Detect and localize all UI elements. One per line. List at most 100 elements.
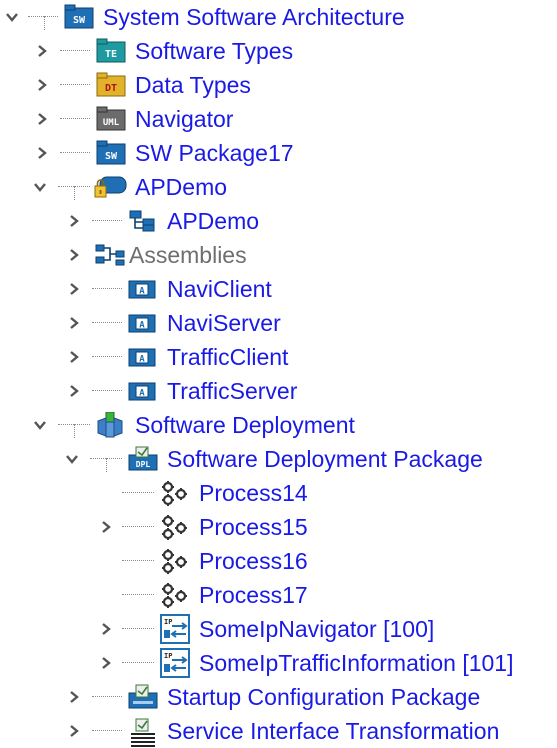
tree-connector: [60, 50, 90, 52]
chevron-right-icon[interactable]: [66, 723, 82, 739]
tree-node-someip-traffic-information[interactable]: IP SomeIpTrafficInformation [101]: [0, 646, 557, 680]
project-tree: SW System Software Architecture TE Softw…: [0, 0, 557, 748]
application-component-icon: A: [128, 310, 156, 336]
tree-node-label: APDemo: [167, 208, 260, 234]
application-component-icon: A: [128, 344, 156, 370]
tree-node-process15[interactable]: Process15: [0, 510, 557, 544]
startup-package-icon: [128, 684, 158, 710]
tree-node-process16[interactable]: Process16: [0, 544, 557, 578]
tree-node-label: Process16: [199, 548, 308, 574]
process-gears-icon: [160, 480, 188, 506]
application-component-icon: A: [128, 276, 156, 302]
chevron-right-icon[interactable]: [66, 213, 82, 229]
svg-text:A: A: [139, 389, 145, 399]
chevron-down-icon[interactable]: [4, 9, 20, 25]
dt-package-icon: DT: [96, 72, 126, 98]
tree-connector: [92, 288, 122, 290]
tree-connector: [122, 560, 154, 562]
tree-node-label: Assemblies: [129, 242, 247, 268]
tree-node-label: TrafficServer: [167, 378, 298, 404]
tree-node-process14[interactable]: Process14: [0, 476, 557, 510]
chevron-down-icon[interactable]: [64, 451, 80, 467]
tree-node-software-deployment-package[interactable]: DPL Software Deployment Package: [0, 442, 557, 476]
chevron-right-icon[interactable]: [66, 315, 82, 331]
tree-node-label: Startup Configuration Package: [167, 684, 481, 710]
svg-text:UML: UML: [103, 118, 120, 128]
tree-connector: [44, 16, 46, 30]
chevron-right-icon[interactable]: [34, 111, 50, 127]
svg-text:TE: TE: [105, 49, 117, 60]
chevron-right-icon[interactable]: [98, 621, 114, 637]
svg-text:SW: SW: [105, 151, 118, 162]
tree-node-label: Service Interface Transformation: [167, 718, 500, 744]
assemblies-icon: [94, 242, 128, 268]
chevron-right-icon[interactable]: [34, 43, 50, 59]
someip-service-icon: IP: [160, 648, 190, 678]
process-gears-icon: [160, 548, 188, 574]
tree-node-apdemo-folder[interactable]: APDemo: [0, 170, 557, 204]
tree-connector: [122, 662, 154, 664]
tree-node-label: Software Deployment Package: [167, 446, 483, 472]
tree-connector: [74, 424, 76, 438]
chevron-right-icon[interactable]: [66, 247, 82, 263]
tree-node-traffic-server[interactable]: A TrafficServer: [0, 374, 557, 408]
chevron-right-icon[interactable]: [34, 77, 50, 93]
chevron-right-icon[interactable]: [66, 349, 82, 365]
tree-node-label: APDemo: [135, 174, 228, 200]
transformation-icon: [128, 718, 156, 747]
tree-node-assemblies[interactable]: Assemblies: [0, 238, 557, 272]
chevron-right-icon[interactable]: [98, 655, 114, 671]
chevron-right-icon[interactable]: [98, 519, 114, 535]
tree-node-label: Navigator: [135, 106, 234, 132]
chevron-right-icon[interactable]: [66, 281, 82, 297]
tree-node-navi-server[interactable]: A NaviServer: [0, 306, 557, 340]
application-component-icon: A: [128, 378, 156, 404]
tree-node-label: Data Types: [135, 72, 251, 98]
tree-node-label: Software Types: [135, 38, 294, 64]
tree-node-sw-package17[interactable]: SW SW Package17: [0, 136, 557, 170]
tree-node-label: SomeIpTrafficInformation [101]: [199, 650, 514, 676]
chevron-right-icon[interactable]: [66, 383, 82, 399]
tree-node-label: TrafficClient: [167, 344, 289, 370]
chevron-right-icon[interactable]: [34, 145, 50, 161]
tree-node-software-types[interactable]: TE Software Types: [0, 34, 557, 68]
svg-text:A: A: [139, 355, 145, 365]
chevron-right-icon[interactable]: [66, 689, 82, 705]
tree-node-traffic-client[interactable]: A TrafficClient: [0, 340, 557, 374]
tree-node-someip-navigator[interactable]: IP SomeIpNavigator [100]: [0, 612, 557, 646]
tree-connector: [60, 152, 90, 154]
te-package-icon: TE: [96, 38, 126, 64]
tree-connector: [92, 390, 122, 392]
tree-connector: [74, 186, 76, 200]
tree-node-data-types[interactable]: DT Data Types: [0, 68, 557, 102]
tree-connector: [122, 492, 154, 494]
tree-node-label: SW Package17: [135, 140, 294, 166]
tree-node-label: Process15: [199, 514, 308, 540]
tree-connector: [92, 322, 122, 324]
tree-node-label: System Software Architecture: [103, 4, 405, 30]
tree-node-navi-client[interactable]: A NaviClient: [0, 272, 557, 306]
tree-node-label: Software Deployment: [135, 412, 355, 438]
tree-node-process17[interactable]: Process17: [0, 578, 557, 612]
locked-system-icon: [94, 174, 128, 200]
dpl-package-icon: DPL: [128, 446, 158, 472]
sw-package-icon: SW: [64, 4, 94, 30]
tree-connector: [92, 220, 122, 222]
tree-node-navigator[interactable]: UML Navigator: [0, 102, 557, 136]
tree-node-system-software-architecture[interactable]: SW System Software Architecture: [0, 0, 557, 34]
svg-text:IP: IP: [164, 652, 172, 660]
svg-text:SW: SW: [73, 15, 86, 26]
svg-text:IP: IP: [164, 618, 172, 626]
tree-node-software-deployment[interactable]: Software Deployment: [0, 408, 557, 442]
tree-node-label: NaviServer: [167, 310, 281, 336]
chevron-down-icon[interactable]: [32, 417, 48, 433]
process-gears-icon: [160, 582, 188, 608]
tree-node-service-interface-transformation[interactable]: Service Interface Transformation: [0, 714, 557, 748]
sw-package-icon: SW: [96, 140, 126, 166]
tree-node-apdemo-composition[interactable]: APDemo: [0, 204, 557, 238]
chevron-down-icon[interactable]: [32, 179, 48, 195]
tree-node-startup-configuration-package[interactable]: Startup Configuration Package: [0, 680, 557, 714]
uml-package-icon: UML: [96, 106, 126, 132]
svg-text:DT: DT: [105, 83, 117, 94]
svg-text:A: A: [139, 321, 145, 331]
